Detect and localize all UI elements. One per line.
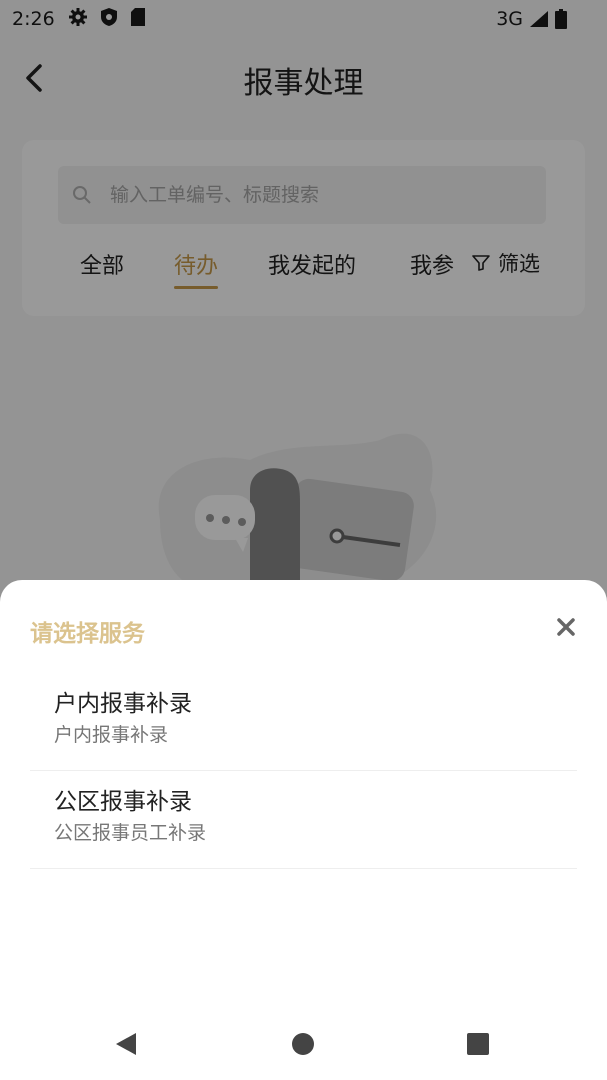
- option-subtitle: 公区报事员工补录: [54, 822, 207, 844]
- option-title: 公区报事补录: [54, 789, 192, 815]
- service-select-sheet: 请选择服务 户内报事补录 户内报事补录 公区报事补录 公区报事员工补录: [0, 580, 607, 1080]
- nav-home-icon[interactable]: [289, 1030, 317, 1058]
- nav-recents-icon[interactable]: [464, 1030, 492, 1058]
- option-subtitle: 户内报事补录: [54, 724, 169, 746]
- system-nav-bar: [0, 1010, 607, 1080]
- nav-back-icon[interactable]: [112, 1030, 140, 1058]
- option-title: 户内报事补录: [54, 691, 192, 717]
- close-icon[interactable]: [553, 614, 579, 640]
- option-public-area-report[interactable]: 公区报事补录 公区报事员工补录: [30, 770, 577, 869]
- sheet-title: 请选择服务: [30, 621, 145, 647]
- option-indoor-report[interactable]: 户内报事补录 户内报事补录: [30, 672, 577, 771]
